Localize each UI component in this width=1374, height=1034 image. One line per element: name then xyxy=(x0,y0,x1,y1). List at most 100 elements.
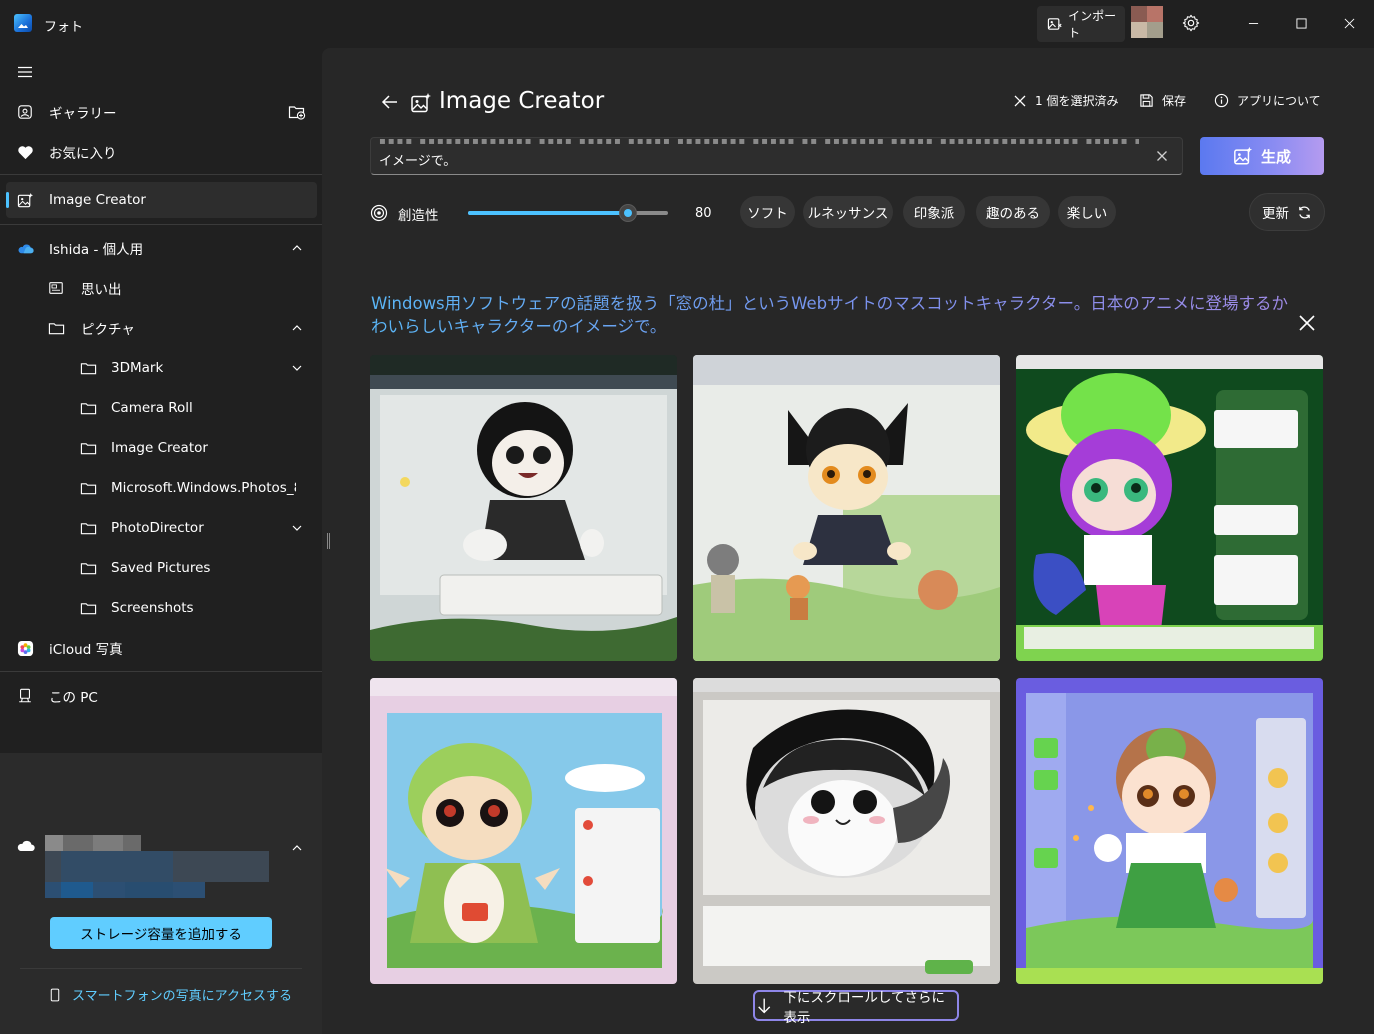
result-image-5[interactable] xyxy=(693,678,1000,984)
chevron-up-icon[interactable] xyxy=(291,322,303,334)
sidebar-item-screenshots[interactable]: Screenshots xyxy=(6,590,317,626)
close-icon xyxy=(1014,95,1026,106)
style-chip-impressionism[interactable]: 印象派 xyxy=(903,196,965,228)
icloud-photos-icon xyxy=(16,639,34,657)
gallery-icon xyxy=(16,103,34,121)
redacted-pixel xyxy=(125,882,173,898)
minimize-icon[interactable] xyxy=(1242,12,1264,34)
import-button[interactable]: インポート xyxy=(1037,6,1125,42)
folder-icon xyxy=(47,319,65,337)
sidebar-item-label: Image Creator xyxy=(111,440,208,456)
sidebar-item-label: お気に入り xyxy=(49,146,117,162)
info-icon xyxy=(1214,93,1229,108)
sidebar-item-photos-package[interactable]: Microsoft.Windows.Photos_8v xyxy=(6,470,317,506)
sidebar-item-label: ギャラリー xyxy=(49,106,117,122)
sidebar-item-pictures[interactable]: ピクチャ xyxy=(6,310,317,346)
save-button[interactable]: 保存 xyxy=(1139,92,1186,109)
sidebar-item-photodirector[interactable]: PhotoDirector xyxy=(6,510,317,546)
result-image-6[interactable] xyxy=(1016,678,1323,984)
sidebar-item-favorites[interactable]: お気に入り xyxy=(6,134,317,170)
sidebar-item-onedrive[interactable]: Ishida - 個人用 xyxy=(6,230,317,266)
save-label: 保存 xyxy=(1162,94,1187,108)
result-image-4[interactable] xyxy=(370,678,677,984)
sidebar-divider xyxy=(0,671,322,672)
sidebar-item-camera-roll[interactable]: Camera Roll xyxy=(6,390,317,426)
computer-icon xyxy=(16,687,34,705)
chevron-down-icon[interactable] xyxy=(291,522,303,534)
chevron-down-icon[interactable] xyxy=(291,362,303,374)
prompt-input[interactable]: ▪▪▪▪ ▪▪▪▪▪▪▪▪▪▪▪▪▪ ▪▪▪▪ ▪▪▪▪▪ ▪▪▪▪▪ ▪▪▪▪… xyxy=(370,136,1183,175)
chevron-up-icon[interactable] xyxy=(291,842,303,854)
prompt-input-value: イメージで。 xyxy=(379,154,457,169)
refresh-button[interactable]: 更新 xyxy=(1249,193,1325,231)
add-folder-icon[interactable] xyxy=(288,103,306,121)
creativity-value: 80 xyxy=(695,206,712,221)
clear-input-icon[interactable] xyxy=(1156,150,1168,162)
sidebar-item-label: 思い出 xyxy=(81,282,122,298)
account-avatar[interactable] xyxy=(1131,6,1163,38)
app-title: フォト xyxy=(44,20,84,35)
redacted-pixel xyxy=(93,835,123,851)
deselect-button[interactable]: 1 個を選択済み xyxy=(1013,92,1118,109)
result-image-3[interactable] xyxy=(1016,355,1323,661)
sidebar-item-gallery[interactable]: ギャラリー xyxy=(6,94,317,130)
import-icon xyxy=(1047,18,1062,30)
save-icon xyxy=(1140,94,1153,107)
heart-icon xyxy=(16,143,34,161)
sidebar-item-icloud[interactable]: iCloud 写真 xyxy=(6,630,317,666)
sidebar-item-this-pc[interactable]: この PC xyxy=(6,678,317,714)
add-storage-button[interactable]: ストレージ容量を追加する xyxy=(50,917,272,949)
result-image-2[interactable] xyxy=(693,355,1000,661)
generate-button[interactable]: 生成 xyxy=(1200,137,1324,175)
close-prompt-icon[interactable] xyxy=(1298,314,1316,332)
creativity-target-icon xyxy=(370,204,388,222)
image-creator-icon xyxy=(1234,146,1253,165)
redacted-pixel xyxy=(61,882,93,898)
page-title: Image Creator xyxy=(439,88,605,114)
refresh-label: 更新 xyxy=(1262,206,1289,222)
scroll-more-button[interactable]: 下にスクロールしてさらに表示 xyxy=(753,990,959,1026)
sidebar-item-label: Image Creator xyxy=(49,192,146,208)
style-chip-soft[interactable]: ソフト xyxy=(740,196,795,228)
phone-photos-link[interactable]: スマートフォンの写真にアクセスする xyxy=(50,985,292,1004)
sidebar-item-image-creator[interactable]: Image Creator xyxy=(6,182,317,218)
style-chip-renaissance[interactable]: ルネッサンス xyxy=(803,196,893,228)
about-label: アプリについて xyxy=(1237,94,1321,108)
creativity-slider[interactable] xyxy=(468,204,668,222)
creativity-controls: 創造性 80 ソフト ルネッサンス 印象派 趣のある 楽しい xyxy=(370,196,1330,230)
creativity-slider-thumb[interactable] xyxy=(619,204,637,222)
back-arrow-icon[interactable] xyxy=(380,92,400,112)
style-chip-fun[interactable]: 楽しい xyxy=(1058,196,1116,228)
result-image-1[interactable] xyxy=(370,355,677,661)
hamburger-menu-icon[interactable] xyxy=(14,61,36,83)
selection-indicator xyxy=(6,192,9,208)
onedrive-cloud-icon xyxy=(16,239,34,257)
settings-gear-icon[interactable] xyxy=(1180,12,1202,34)
sidebar-item-label: Microsoft.Windows.Photos_8v xyxy=(111,480,296,496)
maximize-icon[interactable] xyxy=(1290,12,1312,34)
sidebar-item-label: Camera Roll xyxy=(111,400,193,416)
style-chip-quaint[interactable]: 趣のある xyxy=(976,196,1050,228)
chevron-up-icon[interactable] xyxy=(291,242,303,254)
sidebar-item-3dmark[interactable]: 3DMark xyxy=(6,350,317,386)
scroll-more-label: 下にスクロールしてさらに表示 xyxy=(783,989,946,1026)
selected-count-label: 1 個を選択済み xyxy=(1035,94,1119,108)
folder-icon xyxy=(79,519,97,537)
sidebar-item-label: ピクチャ xyxy=(81,322,135,338)
prompt-input-scrolled-text: ▪▪▪▪ ▪▪▪▪▪▪▪▪▪▪▪▪▪ ▪▪▪▪ ▪▪▪▪▪ ▪▪▪▪▪ ▪▪▪▪… xyxy=(379,136,1139,144)
sidebar-item-label: Ishida - 個人用 xyxy=(49,242,144,258)
arrow-down-icon xyxy=(758,998,771,1013)
sidebar-item-image-creator-folder[interactable]: Image Creator xyxy=(6,430,317,466)
folder-icon xyxy=(79,359,97,377)
about-app-button[interactable]: アプリについて xyxy=(1214,92,1321,109)
sidebar-item-label: Screenshots xyxy=(111,600,194,616)
prompt-display-text: Windows用ソフトウェアの話題を扱う「窓の杜」というWebサイトのマスコット… xyxy=(371,292,1291,338)
folder-icon xyxy=(79,559,97,577)
sidebar-item-label: 3DMark xyxy=(111,360,164,376)
close-window-icon[interactable] xyxy=(1338,12,1360,34)
pane-resize-handle[interactable] xyxy=(327,533,330,549)
memories-icon xyxy=(47,279,65,297)
sidebar-item-saved-pictures[interactable]: Saved Pictures xyxy=(6,550,317,586)
sidebar-item-memories[interactable]: 思い出 xyxy=(6,270,317,306)
sidebar-divider xyxy=(0,224,322,225)
